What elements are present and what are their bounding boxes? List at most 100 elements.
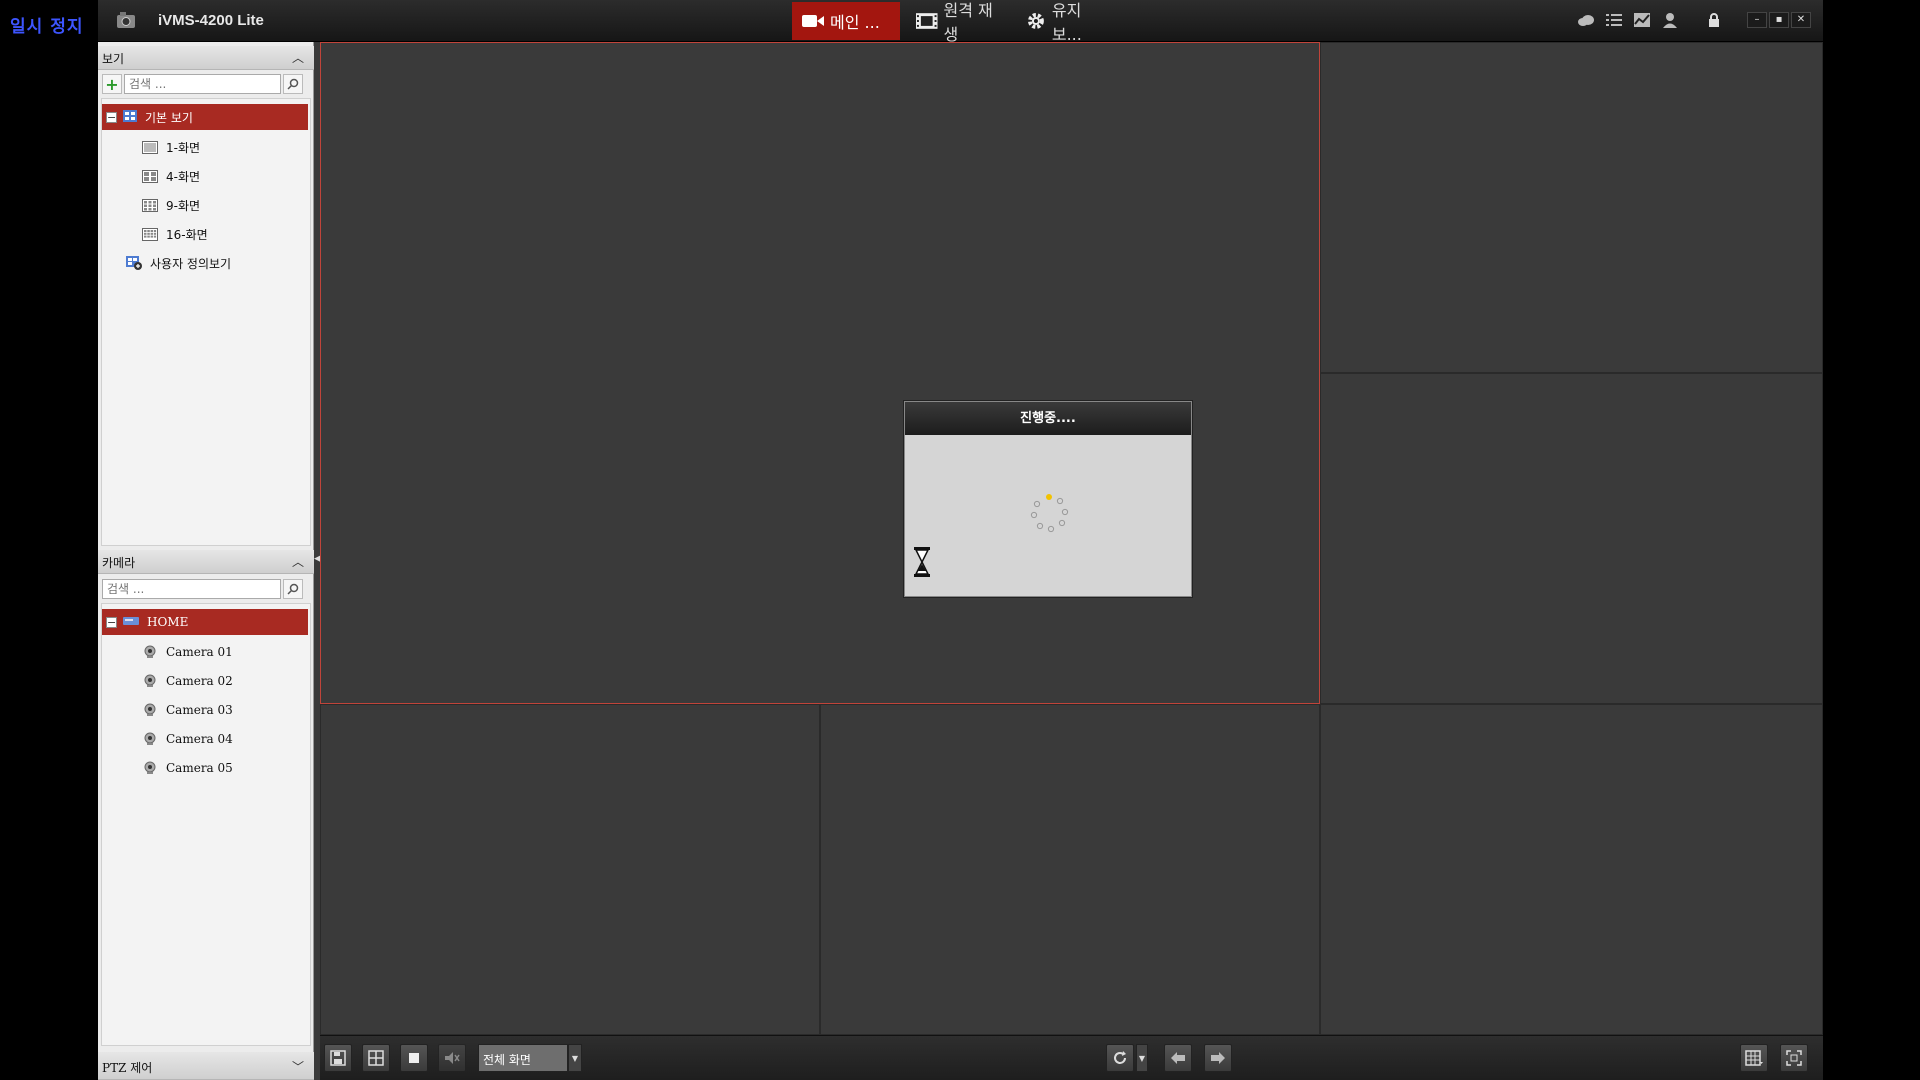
tree-root-default-view[interactable]: − 기본 보기 bbox=[102, 104, 308, 130]
search-icon[interactable] bbox=[283, 74, 303, 94]
pause-overlay-label: 일시 정지 bbox=[10, 17, 84, 37]
chevron-down-icon[interactable]: ▼ bbox=[568, 1044, 582, 1072]
tab-remote-playback[interactable]: 원격 재생 bbox=[906, 1, 1016, 44]
camera-item-02[interactable]: Camera 02 bbox=[142, 670, 233, 692]
chevron-up-icon[interactable]: ︿ bbox=[292, 49, 304, 66]
progress-dialog-title: 진행중.... bbox=[905, 402, 1191, 435]
video-cell-4[interactable] bbox=[320, 704, 820, 1035]
collapse-icon[interactable]: − bbox=[106, 616, 117, 628]
refresh-icon bbox=[1114, 1051, 1126, 1064]
progress-dialog: 진행중.... bbox=[904, 401, 1192, 597]
refresh-button[interactable] bbox=[1106, 1044, 1134, 1072]
arrow-right-icon bbox=[1211, 1052, 1225, 1064]
fullscreen-button[interactable] bbox=[1780, 1044, 1808, 1072]
save-view-button[interactable] bbox=[324, 1044, 352, 1072]
tree-root-home-label: HOME bbox=[147, 615, 189, 629]
tree-item-custom-view[interactable]: 사용자 정의보기 bbox=[126, 252, 231, 274]
tree-item-4-screen-label: 4-화면 bbox=[166, 169, 201, 184]
tab-maintenance[interactable]: 유지 보... bbox=[1016, 1, 1126, 44]
camera-search-input[interactable] bbox=[102, 579, 281, 599]
user-icon[interactable] bbox=[1661, 12, 1679, 28]
view-panel-title: 보기 bbox=[102, 52, 125, 66]
tab-main-label: 메인 ... bbox=[830, 13, 880, 32]
chevron-down-icon[interactable]: ﹀ bbox=[292, 1058, 304, 1075]
view-search-row: + bbox=[102, 72, 303, 96]
sixteen-screen-icon bbox=[142, 227, 158, 241]
camera-icon bbox=[142, 674, 158, 688]
tab-maintenance-label: 유지 보... bbox=[1051, 1, 1082, 44]
cloud-icon[interactable] bbox=[1577, 12, 1595, 28]
grid-layout-icon bbox=[1745, 1050, 1763, 1066]
camera-panel-title: 카메라 bbox=[102, 556, 136, 570]
view-search-input[interactable] bbox=[124, 74, 281, 94]
app-title: iVMS-4200 Lite bbox=[158, 12, 264, 29]
arrow-left-icon bbox=[1171, 1052, 1185, 1064]
collapse-icon[interactable]: − bbox=[106, 111, 117, 123]
tree-item-4-screen[interactable]: 4-화면 bbox=[142, 165, 200, 187]
ptz-panel-header[interactable]: PTZ 제어 ﹀ bbox=[98, 1052, 314, 1080]
stop-icon bbox=[409, 1053, 419, 1063]
camera-item-05-label: Camera 05 bbox=[166, 761, 233, 775]
chevron-down-icon[interactable]: ▼ bbox=[1136, 1044, 1148, 1072]
view-panel-header[interactable]: 보기 ︿ bbox=[98, 46, 314, 70]
audio-button[interactable] bbox=[438, 1044, 466, 1072]
camera-item-01[interactable]: Camera 01 bbox=[142, 641, 233, 663]
video-cell-2[interactable] bbox=[1320, 42, 1823, 373]
save-view-icon bbox=[330, 1050, 346, 1066]
film-icon bbox=[916, 13, 938, 29]
single-screen-icon bbox=[142, 140, 158, 154]
close-button[interactable]: ✕ bbox=[1791, 12, 1811, 28]
fullscreen-icon bbox=[1786, 1050, 1802, 1066]
speaker-muted-icon bbox=[445, 1052, 460, 1064]
camera-item-02-label: Camera 02 bbox=[166, 674, 233, 688]
screen-mode-select[interactable]: 전체 화면 bbox=[478, 1044, 568, 1072]
title-bar: iVMS-4200 Lite 메인 ... 원격 재생 유지 보... – ▪ … bbox=[98, 0, 1823, 44]
camera-item-04-label: Camera 04 bbox=[166, 732, 233, 746]
camera-item-03[interactable]: Camera 03 bbox=[142, 699, 233, 721]
nine-screen-icon bbox=[142, 198, 158, 212]
list-icon[interactable] bbox=[1605, 12, 1623, 28]
minimize-button[interactable]: – bbox=[1747, 12, 1767, 28]
camera-item-03-label: Camera 03 bbox=[166, 703, 233, 717]
chevron-up-icon[interactable]: ︿ bbox=[292, 553, 304, 570]
hourglass-icon bbox=[914, 547, 930, 577]
tree-item-16-screen[interactable]: 16-화면 bbox=[142, 223, 208, 245]
stop-all-button[interactable] bbox=[400, 1044, 428, 1072]
tab-main[interactable]: 메인 ... bbox=[792, 2, 900, 40]
tree-item-1-screen[interactable]: 1-화면 bbox=[142, 136, 200, 158]
camera-item-01-label: Camera 01 bbox=[166, 645, 233, 659]
window-division-button[interactable] bbox=[1740, 1044, 1768, 1072]
video-cell-6[interactable] bbox=[1320, 704, 1823, 1035]
quad-screen-icon bbox=[142, 169, 158, 183]
tree-item-custom-view-label: 사용자 정의보기 bbox=[150, 256, 232, 271]
lock-icon[interactable] bbox=[1705, 12, 1723, 28]
add-view-button[interactable]: + bbox=[102, 74, 122, 94]
layout-button[interactable] bbox=[362, 1044, 390, 1072]
search-icon[interactable] bbox=[283, 579, 303, 599]
layout-icon bbox=[368, 1050, 384, 1066]
video-cell-3[interactable] bbox=[1320, 373, 1823, 704]
previous-button[interactable] bbox=[1164, 1044, 1192, 1072]
sidebar: 보기 ︿ + − 기본 보기 1-화면 4-화면 9-화면 bbox=[98, 42, 314, 1080]
tree-item-9-screen[interactable]: 9-화면 bbox=[142, 194, 200, 216]
chart-icon[interactable] bbox=[1633, 12, 1651, 28]
video-cell-5[interactable] bbox=[820, 704, 1320, 1035]
next-button[interactable] bbox=[1204, 1044, 1232, 1072]
tree-root-home[interactable]: − HOME bbox=[102, 609, 308, 635]
camera-panel-header[interactable]: 카메라 ︿ bbox=[98, 550, 314, 574]
app-window: iVMS-4200 Lite 메인 ... 원격 재생 유지 보... – ▪ … bbox=[98, 0, 1823, 1080]
camera-icon bbox=[142, 732, 158, 746]
maximize-button[interactable]: ▪ bbox=[1769, 12, 1789, 28]
camera-icon bbox=[142, 645, 158, 659]
camera-item-05[interactable]: Camera 05 bbox=[142, 757, 233, 779]
gear-icon bbox=[1027, 13, 1044, 29]
video-cell-1[interactable] bbox=[320, 42, 1320, 704]
camera-logo-icon bbox=[116, 11, 136, 29]
camera-icon bbox=[142, 761, 158, 775]
device-icon bbox=[123, 615, 139, 629]
ptz-panel-title: PTZ 제어 bbox=[102, 1061, 153, 1075]
video-camera-icon bbox=[802, 15, 824, 27]
camera-search-row bbox=[102, 577, 303, 601]
camera-item-04[interactable]: Camera 04 bbox=[142, 728, 233, 750]
view-tree bbox=[101, 98, 311, 546]
